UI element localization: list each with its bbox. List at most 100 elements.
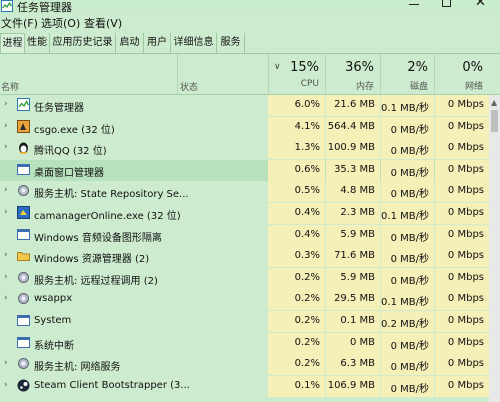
column-cpu[interactable]: 15% CPU bbox=[268, 54, 325, 94]
maximize-icon[interactable] bbox=[442, 0, 451, 7]
network-cell: 0 Mbps bbox=[435, 311, 489, 332]
cpu-cell: 0.2% bbox=[268, 289, 325, 311]
cpu-cell: 0.5% bbox=[268, 181, 325, 203]
chevron-right-icon[interactable]: › bbox=[4, 142, 8, 152]
memory-cell: 6.3 MB bbox=[326, 354, 380, 376]
process-row[interactable]: › csgo.exe (32 位) 4.1% 564.4 MB 0 MB/秒 0 Mbps bbox=[0, 116, 500, 138]
process-name: System bbox=[34, 315, 72, 326]
process-row[interactable]: › 腾讯QQ (32 位) 1.3% 100.9 MB 0 MB/秒 0 Mbps bbox=[0, 138, 500, 160]
tab-performance[interactable]: 性能 bbox=[25, 33, 50, 53]
cpu-cell: 0.3% bbox=[268, 246, 325, 268]
network-cell: 0 Mbps bbox=[435, 267, 489, 289]
cpu-cell: 4.1% bbox=[268, 116, 325, 138]
task-manager-icon bbox=[17, 98, 30, 111]
chevron-right-icon[interactable]: › bbox=[4, 293, 8, 303]
column-network[interactable]: 0% 网络 bbox=[435, 54, 489, 94]
menu-options[interactable]: 选项(O) bbox=[41, 15, 80, 31]
tab-bar: 进程 性能 应用历史记录 启动 用户 详细信息 服务 bbox=[0, 33, 500, 54]
chevron-right-icon[interactable]: › bbox=[4, 358, 8, 368]
disk-cell: 0 MB/秒 bbox=[381, 116, 434, 138]
process-row[interactable]: Windows 音频设备图形隔离 0.4% 5.9 MB 0 MB/秒 0 Mbps bbox=[0, 224, 500, 246]
network-cell: 0 Mbps bbox=[435, 95, 489, 116]
process-name: csgo.exe (32 位) bbox=[34, 124, 115, 136]
process-name: Windows 资源管理器 (2) bbox=[34, 254, 150, 266]
tab-processes[interactable]: 进程 bbox=[0, 33, 25, 53]
cpu-cell: 0.2% bbox=[268, 267, 325, 289]
disk-cell: 0 MB/秒 bbox=[381, 332, 434, 354]
network-cell: 0 Mbps bbox=[435, 246, 489, 268]
memory-cell: 0 MB bbox=[326, 332, 380, 354]
folder-icon bbox=[17, 252, 30, 262]
process-row[interactable]: › wsappx 0.2% 29.5 MB 0.1 MB/秒 0 Mbps bbox=[0, 289, 500, 311]
chevron-right-icon[interactable]: › bbox=[4, 185, 8, 195]
network-cell: 0 Mbps bbox=[435, 159, 489, 181]
process-row[interactable]: › 任务管理器 6.0% 21.6 MB 0.1 MB/秒 0 Mbps bbox=[0, 95, 500, 116]
process-row[interactable]: › camanagerOnline.exe (32 位) 0.4% 2.3 MB 0.1… bbox=[0, 203, 500, 224]
minimize-icon[interactable] bbox=[409, 4, 419, 5]
network-total-percent: 0% bbox=[462, 60, 483, 75]
process-row[interactable]: 桌面窗口管理器 0.6% 35.3 MB 0 MB/秒 0 Mbps bbox=[0, 159, 500, 181]
column-name[interactable]: 名称 bbox=[1, 80, 19, 93]
memory-cell: 29.5 MB bbox=[326, 289, 380, 311]
tab-services[interactable]: 服务 bbox=[217, 33, 245, 53]
scrollbar-thumb[interactable] bbox=[491, 110, 498, 132]
window-title: 任务管理器 bbox=[17, 1, 72, 14]
close-icon[interactable]: ✕ bbox=[475, 0, 486, 10]
cpu-cell: 0.6% bbox=[268, 159, 325, 181]
process-name: camanagerOnline.exe (32 位) bbox=[34, 211, 181, 222]
column-header: 名称 状态 ∨ 15% CPU 36% 内存 2% 磁盘 0% 网络 bbox=[0, 54, 500, 95]
process-row[interactable]: › 服务主机: 网络服务 0.2% 6.3 MB 0 MB/秒 0 Mbps bbox=[0, 354, 500, 376]
chevron-right-icon[interactable]: › bbox=[4, 99, 8, 109]
tab-users[interactable]: 用户 bbox=[144, 33, 171, 53]
title-bar: 任务管理器 ✕ bbox=[0, 0, 500, 14]
tab-app-history[interactable]: 应用历史记录 bbox=[50, 33, 116, 53]
cpu-cell: 0.1% bbox=[268, 375, 325, 397]
scroll-up-icon[interactable]: ▲ bbox=[491, 98, 497, 107]
network-cell: 0 Mbps bbox=[435, 375, 489, 397]
chevron-right-icon[interactable]: › bbox=[4, 207, 8, 217]
chevron-right-icon[interactable]: › bbox=[4, 250, 8, 260]
process-row[interactable]: › Windows 资源管理器 (2) 0.3% 71.6 MB 0 MB/秒 0 Mbp… bbox=[0, 246, 500, 268]
column-status[interactable]: 状态 bbox=[180, 80, 198, 93]
memory-cell: 2.3 MB bbox=[326, 203, 380, 224]
chevron-right-icon[interactable]: › bbox=[4, 380, 8, 390]
menu-view[interactable]: 查看(V) bbox=[84, 15, 122, 31]
network-label: 网络 bbox=[464, 82, 483, 92]
process-row[interactable]: › Steam Client Bootstrapper (3... 0.1% 106.… bbox=[0, 375, 500, 397]
memory-total-percent: 36% bbox=[345, 60, 374, 75]
process-row[interactable]: System 0.2% 0.1 MB 0.2 MB/秒 0 Mbps bbox=[0, 311, 500, 332]
window-app-icon bbox=[17, 315, 30, 326]
process-name: wsappx bbox=[34, 293, 73, 305]
tab-details[interactable]: 详细信息 bbox=[171, 33, 217, 53]
disk-cell: 0 MB/秒 bbox=[381, 224, 434, 246]
process-name: 服务主机: State Repository Se... bbox=[34, 189, 189, 201]
disk-cell: 0.1 MB/秒 bbox=[381, 203, 434, 224]
menu-file[interactable]: 文件(F) bbox=[1, 15, 38, 31]
memory-cell: 5.9 MB bbox=[326, 224, 380, 246]
window-app-icon bbox=[17, 336, 30, 348]
network-cell: 0 Mbps bbox=[435, 181, 489, 203]
cpu-cell: 6.0% bbox=[268, 95, 325, 116]
disk-cell: 0.1 MB/秒 bbox=[381, 95, 434, 116]
process-name: 任务管理器 bbox=[34, 103, 84, 114]
memory-cell: 5.9 MB bbox=[326, 267, 380, 289]
chevron-right-icon[interactable]: › bbox=[4, 121, 8, 131]
tab-startup[interactable]: 启动 bbox=[116, 33, 144, 53]
process-row[interactable]: 系统中断 0.2% 0 MB 0 MB/秒 0 Mbps bbox=[0, 332, 500, 354]
cpu-cell: 0.2% bbox=[268, 332, 325, 354]
network-cell: 0 Mbps bbox=[435, 116, 489, 138]
menu-bar: 文件(F) 选项(O) 查看(V) bbox=[0, 14, 500, 31]
disk-cell: 0.1 MB/秒 bbox=[381, 289, 434, 311]
network-cell: 0 Mbps bbox=[435, 224, 489, 246]
gear-icon bbox=[18, 293, 29, 305]
memory-cell: 21.6 MB bbox=[326, 95, 380, 116]
chevron-right-icon[interactable]: › bbox=[4, 272, 8, 282]
process-row[interactable]: › 服务主机: 远程过程调用 (2) 0.2% 5.9 MB 0 MB/秒 0 Mbps bbox=[0, 267, 500, 289]
column-disk[interactable]: 2% 磁盘 bbox=[381, 54, 434, 94]
process-name: 服务主机: 远程过程调用 (2) bbox=[34, 275, 158, 287]
column-memory[interactable]: 36% 内存 bbox=[326, 54, 380, 94]
scrollbar[interactable] bbox=[489, 95, 500, 402]
cpu-label: CPU bbox=[300, 79, 319, 89]
csgo-icon bbox=[17, 119, 30, 133]
process-row[interactable]: › 服务主机: State Repository Se... 0.5% 4.8 MB 0… bbox=[0, 181, 500, 203]
